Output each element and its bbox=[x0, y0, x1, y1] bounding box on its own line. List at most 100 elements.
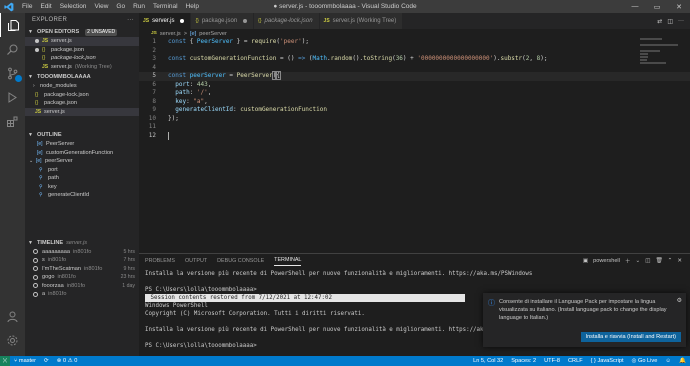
terminal-shell-select[interactable]: powershell bbox=[593, 258, 620, 264]
menu-run[interactable]: Run bbox=[129, 0, 149, 13]
open-editor-item[interactable]: {} package-lock.json bbox=[25, 54, 139, 63]
menu-view[interactable]: View bbox=[90, 0, 112, 13]
timeline-item[interactable]: I'mTheScatman in801fo 9 hrs bbox=[25, 265, 139, 274]
encoding[interactable]: UTF-8 bbox=[540, 358, 564, 364]
code-editor[interactable]: 1 const { PeerServer } = require('peer');… bbox=[139, 38, 690, 243]
explorer-activity[interactable] bbox=[0, 13, 25, 37]
commit-icon bbox=[33, 291, 38, 297]
source-control-activity[interactable] bbox=[0, 61, 25, 85]
menu-go[interactable]: Go bbox=[112, 0, 129, 13]
folder-item[interactable]: › node_modules bbox=[25, 82, 139, 91]
file-item[interactable]: {} package-lock.json bbox=[25, 91, 139, 100]
tab-terminal[interactable]: TERMINAL bbox=[274, 256, 302, 266]
menu-bar: File Edit Selection View Go Run Terminal… bbox=[18, 0, 203, 13]
outline-header[interactable]: ▼ OUTLINE bbox=[25, 130, 139, 140]
language-mode[interactable]: { } JavaScript bbox=[587, 358, 628, 364]
folder-label: node_modules bbox=[40, 83, 77, 89]
extensions-activity[interactable] bbox=[0, 109, 25, 133]
chevron-down-icon[interactable]: ⌄ bbox=[636, 258, 641, 264]
open-editor-item[interactable]: JS server.js bbox=[25, 37, 139, 46]
tab-server-js[interactable]: JS server.js bbox=[139, 13, 192, 29]
sync-icon[interactable]: ⟳ bbox=[40, 358, 53, 364]
outline-item[interactable]: [e] PeerServer bbox=[25, 140, 139, 149]
line-number: 4 bbox=[152, 63, 156, 71]
workspace-header[interactable]: ▼ TOOOMMBOLAAAA bbox=[25, 72, 139, 82]
tab-output[interactable]: OUTPUT bbox=[185, 258, 207, 264]
timeline-item[interactable]: aaaaaaaaa in801fo 5 hrs bbox=[25, 248, 139, 257]
status-right: Ln 5, Col 32 Spaces: 2 UTF-8 CRLF { } Ja… bbox=[469, 358, 690, 364]
split-editor-icon[interactable]: ◫ bbox=[667, 18, 673, 25]
open-editor-item[interactable]: {} package.json bbox=[25, 46, 139, 55]
outline-label: peerServer bbox=[45, 158, 73, 164]
problems-status[interactable]: ⊗ 0 ⚠ 0 bbox=[53, 358, 82, 364]
add-terminal-icon[interactable]: ＋ bbox=[625, 257, 631, 265]
tab-label: package-lock.json bbox=[264, 18, 313, 24]
outline-item[interactable]: ⚲ port bbox=[25, 166, 139, 175]
menu-terminal[interactable]: Terminal bbox=[149, 0, 182, 13]
outline-item[interactable]: ⚲ key bbox=[25, 183, 139, 192]
line-number: 10 bbox=[148, 114, 156, 122]
maximize-button[interactable]: ▭ bbox=[646, 0, 668, 13]
timeline-item[interactable]: gogo in801fo 23 hrs bbox=[25, 273, 139, 282]
open-editor-label: package-lock.json bbox=[51, 55, 96, 61]
open-editor-item[interactable]: JS server.js (Working Tree) bbox=[25, 63, 139, 72]
dirty-dot-icon[interactable] bbox=[243, 19, 248, 23]
indentation[interactable]: Spaces: 2 bbox=[507, 358, 540, 364]
manage-activity[interactable] bbox=[0, 328, 25, 352]
end-of-line[interactable]: CRLF bbox=[564, 358, 587, 364]
menu-edit[interactable]: Edit bbox=[36, 0, 55, 13]
bell-icon[interactable]: 🔔 bbox=[675, 358, 690, 364]
accounts-activity[interactable] bbox=[0, 304, 25, 328]
trash-icon[interactable]: 🗑 bbox=[656, 258, 663, 264]
tab-package-json[interactable]: {} package.json bbox=[191, 13, 255, 29]
outline-item[interactable]: ⚲ path bbox=[25, 174, 139, 183]
javascript-file-icon: JS bbox=[35, 108, 42, 115]
maximize-panel-icon[interactable]: ⌃ bbox=[668, 258, 673, 264]
outline-item[interactable]: ⚲ generateClientId bbox=[25, 191, 139, 200]
file-item[interactable]: JS server.js bbox=[25, 107, 139, 116]
branch-name: master bbox=[18, 358, 37, 364]
menu-help[interactable]: Help bbox=[182, 0, 203, 13]
timeline-item[interactable]: a in801fo bbox=[25, 290, 139, 299]
breadcrumb-symbol[interactable]: peerServer bbox=[199, 31, 227, 37]
install-and-restart-button[interactable]: Installa e riavvia (Install and Restart) bbox=[580, 332, 681, 342]
timeline-label: a bbox=[42, 291, 46, 297]
split-terminal-icon[interactable]: ◫ bbox=[645, 258, 650, 264]
run-debug-activity[interactable] bbox=[0, 85, 25, 109]
timeline-item[interactable]: s in801fo 7 hrs bbox=[25, 256, 139, 265]
menu-selection[interactable]: Selection bbox=[56, 0, 91, 13]
timeline-title: TIMELINE bbox=[37, 239, 64, 246]
remote-icon[interactable]: ⟩⟨ bbox=[0, 356, 10, 366]
minimize-button[interactable]: — bbox=[624, 0, 646, 13]
close-panel-icon[interactable]: ✕ bbox=[677, 258, 682, 264]
breadcrumb-file[interactable]: server.js bbox=[160, 31, 181, 37]
outline-item[interactable]: ⌄ [e] peerServer bbox=[25, 157, 139, 166]
feedback-icon[interactable]: ☺ bbox=[661, 358, 675, 364]
close-window-button[interactable]: ✕ bbox=[668, 0, 690, 13]
file-item[interactable]: {} package.json bbox=[25, 99, 139, 108]
search-activity[interactable] bbox=[0, 37, 25, 61]
dirty-dot-icon[interactable] bbox=[180, 19, 185, 23]
go-live-button[interactable]: ◎ Go Live bbox=[628, 358, 662, 364]
tab-debug-console[interactable]: DEBUG CONSOLE bbox=[217, 258, 264, 264]
info-icon: ⓘ bbox=[488, 300, 495, 307]
gear-icon[interactable]: ⚙ bbox=[677, 297, 682, 304]
compare-changes-icon[interactable]: ⇄ bbox=[657, 18, 662, 25]
tab-package-lock-json[interactable]: {} package-lock.json bbox=[254, 13, 320, 29]
menu-file[interactable]: File bbox=[18, 0, 36, 13]
timeline-header[interactable]: ▼ TIMELINE server.js bbox=[25, 238, 139, 248]
tab-problems[interactable]: PROBLEMS bbox=[145, 258, 175, 264]
line-number: 9 bbox=[152, 106, 156, 113]
cursor-position[interactable]: Ln 5, Col 32 bbox=[469, 358, 507, 364]
more-actions-icon[interactable]: ··· bbox=[678, 18, 684, 24]
tab-server-js-working-tree[interactable]: JS server.js (Working Tree) bbox=[319, 13, 404, 29]
timeline-file: server.js bbox=[66, 239, 88, 246]
explorer-more-actions[interactable]: ··· bbox=[127, 13, 134, 27]
editor-actions: ⇄ ◫ ··· bbox=[657, 13, 690, 29]
branch-status[interactable]: ⑂ master bbox=[10, 358, 40, 364]
timeline-item[interactable]: fooorzaa in801fo 1 day bbox=[25, 282, 139, 291]
minimap[interactable] bbox=[640, 38, 680, 68]
open-editors-header[interactable]: ▼ OPEN EDITORS 2 UNSAVED bbox=[25, 27, 139, 37]
outline-item[interactable]: [e] customGenerationFunction bbox=[25, 149, 139, 158]
